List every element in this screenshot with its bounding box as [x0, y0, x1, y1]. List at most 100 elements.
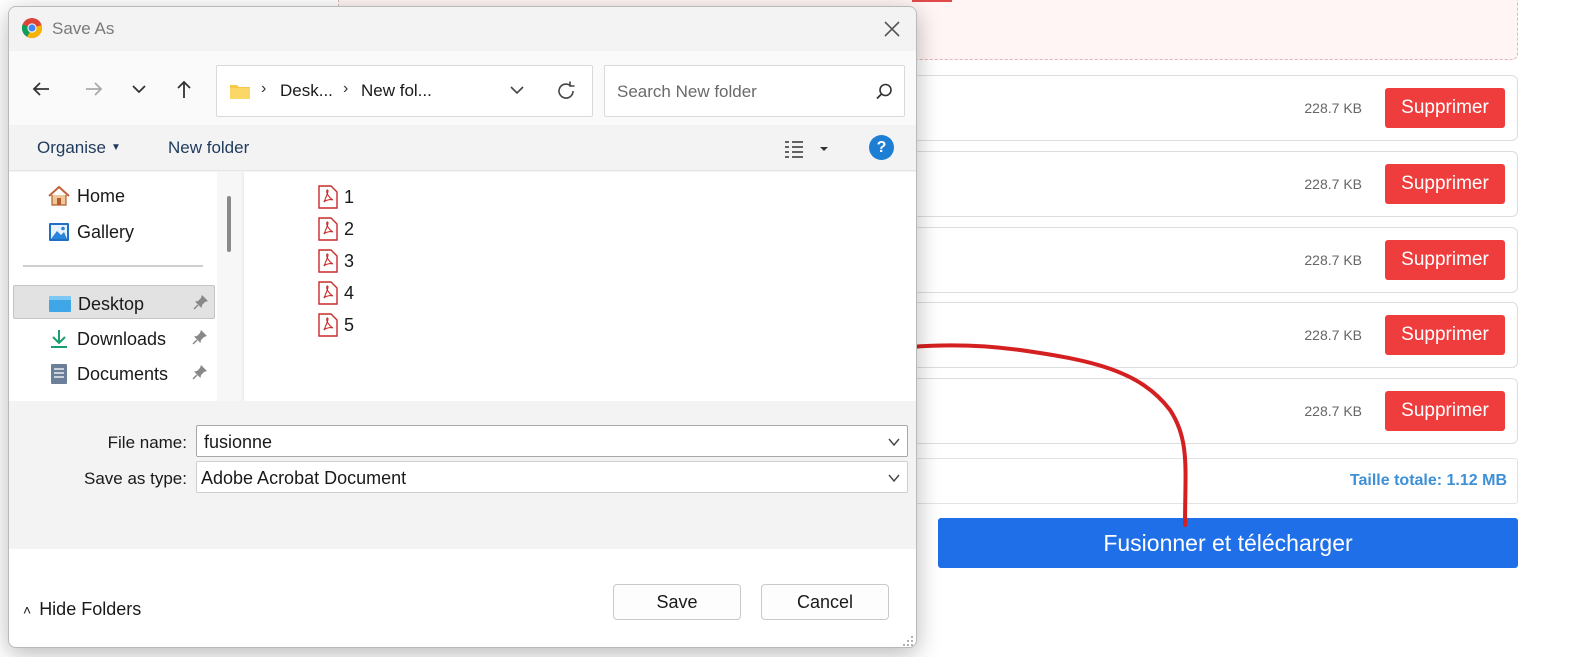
pin-icon[interactable] — [191, 328, 209, 346]
chevron-down-icon[interactable] — [887, 435, 901, 449]
new-folder-button[interactable]: New folder — [168, 138, 249, 158]
pin-icon[interactable] — [192, 293, 210, 311]
breadcrumb-separator-icon: › — [343, 80, 349, 97]
documents-icon — [51, 364, 67, 384]
pdf-icon — [318, 217, 338, 241]
file-item[interactable]: 3 — [318, 247, 398, 275]
search-icon[interactable] — [874, 82, 894, 102]
file-item[interactable]: 4 — [318, 279, 398, 307]
address-box[interactable]: › Desk... › New fol... — [216, 65, 593, 117]
refresh-icon[interactable] — [554, 79, 578, 103]
file-item[interactable]: 2 — [318, 215, 398, 243]
file-row: 228.7 KB Supprimer — [880, 227, 1518, 293]
delete-button[interactable]: Supprimer — [1385, 391, 1505, 431]
save-type-label: Save as type: — [83, 469, 187, 488]
nav-item-desktop[interactable]: Desktop — [13, 285, 215, 319]
save-form: File name: fusionne Save as type: Adobe … — [9, 401, 916, 549]
nav-item-gallery[interactable]: Gallery — [13, 214, 215, 248]
file-row: 228.7 KB Supprimer — [880, 151, 1518, 217]
recent-locations-chevron-icon[interactable] — [125, 75, 153, 103]
delete-button[interactable]: Supprimer — [1385, 164, 1505, 204]
dialog-toolbar: Organise ▼ New folder ? — [9, 125, 916, 171]
file-row: 228.7 KB Supprimer — [880, 302, 1518, 368]
address-dropdown-chevron-icon[interactable] — [507, 80, 527, 100]
folder-icon — [230, 85, 250, 99]
file-row: 228.7 KB Supprimer — [880, 75, 1518, 141]
file-row: 228.7 KB Supprimer — [880, 378, 1518, 444]
search-input[interactable] — [615, 79, 865, 105]
file-name: 1 — [344, 187, 355, 207]
chrome-icon — [21, 18, 42, 39]
nav-label: Home — [77, 186, 126, 206]
search-box — [604, 65, 905, 117]
file-name-field[interactable]: fusionne — [196, 425, 908, 457]
save-type-value: Adobe Acrobat Document — [201, 468, 407, 488]
dialog-title: Save As — [52, 19, 115, 38]
file-size: 228.7 KB — [1304, 327, 1362, 343]
download-icon — [51, 330, 67, 348]
chevron-up-icon: ˄ — [23, 602, 32, 618]
nav-label: Desktop — [78, 294, 145, 314]
save-type-select[interactable]: Adobe Acrobat Document — [196, 461, 908, 493]
total-size-row: Taille totale: 1.12 MB — [880, 458, 1518, 504]
desktop-icon — [49, 296, 71, 312]
hide-folders-button[interactable]: ˄ Hide Folders — [23, 599, 141, 620]
file-name: 5 — [344, 315, 355, 335]
save-button[interactable]: Save — [613, 584, 741, 620]
gallery-icon — [49, 223, 69, 241]
address-bar-row: › Desk... › New fol... — [9, 51, 916, 125]
navigation-pane: Home Gallery Desktop Downloads Documents — [9, 172, 241, 401]
dialog-footer: ˄ Hide Folders Save Cancel — [9, 549, 916, 647]
nav-label: Documents — [77, 364, 169, 384]
nav-divider — [23, 265, 203, 267]
forward-arrow-icon[interactable] — [80, 75, 108, 103]
breadcrumb-desktop[interactable]: Desk... — [280, 81, 333, 101]
pdf-icon — [318, 185, 338, 209]
nav-label: Gallery — [77, 222, 135, 242]
breadcrumb-separator-icon: › — [261, 80, 267, 97]
nav-item-downloads[interactable]: Downloads — [13, 321, 215, 355]
organise-label: Organise — [37, 138, 106, 157]
resize-grip-icon[interactable] — [902, 635, 914, 647]
close-icon[interactable] — [868, 7, 916, 51]
file-name-label: File name: — [107, 433, 187, 452]
nav-label: Downloads — [77, 329, 167, 349]
hide-folders-label: Hide Folders — [39, 599, 142, 619]
chevron-down-icon[interactable] — [887, 471, 901, 485]
delete-button[interactable]: Supprimer — [1385, 88, 1505, 128]
file-name: 4 — [344, 283, 355, 303]
save-as-dialog: Save As › Desk... › New fol... Search Ne… — [8, 6, 917, 648]
file-item[interactable]: 1 — [318, 183, 398, 211]
nav-scrollbar[interactable] — [217, 172, 241, 401]
view-options-icon[interactable] — [783, 137, 833, 161]
file-size: 228.7 KB — [1304, 100, 1362, 116]
back-arrow-icon[interactable] — [27, 75, 55, 103]
file-size: 228.7 KB — [1304, 252, 1362, 268]
file-size: 228.7 KB — [1304, 403, 1362, 419]
home-icon — [48, 185, 70, 206]
total-size: Taille totale: 1.12 MB — [1349, 472, 1507, 489]
merge-download-button[interactable]: Fusionner et télécharger — [938, 518, 1518, 568]
drop-zone-accent — [912, 0, 952, 2]
file-size: 228.7 KB — [1304, 176, 1362, 192]
nav-item-documents[interactable]: Documents — [13, 356, 215, 390]
up-arrow-icon[interactable] — [170, 75, 198, 103]
nav-scrollbar-thumb[interactable] — [227, 196, 231, 252]
pdf-icon — [318, 249, 338, 273]
nav-item-home[interactable]: Home — [13, 178, 215, 212]
file-name: 3 — [344, 251, 355, 271]
file-name-value: fusionne — [204, 432, 273, 452]
pin-icon[interactable] — [191, 363, 209, 381]
cancel-button[interactable]: Cancel — [761, 584, 889, 620]
caret-down-icon: ▼ — [110, 142, 121, 153]
help-icon[interactable]: ? — [869, 135, 894, 160]
dialog-titlebar[interactable]: Save As — [9, 7, 916, 51]
breadcrumb-new-folder[interactable]: New fol... — [361, 81, 432, 101]
file-list-pane: 1 2 3 4 5 — [243, 172, 916, 401]
file-name: 2 — [344, 219, 355, 239]
file-item[interactable]: 5 — [318, 311, 398, 339]
delete-button[interactable]: Supprimer — [1385, 315, 1505, 355]
delete-button[interactable]: Supprimer — [1385, 240, 1505, 280]
organise-menu[interactable]: Organise ▼ — [37, 138, 121, 158]
pdf-icon — [318, 313, 338, 337]
